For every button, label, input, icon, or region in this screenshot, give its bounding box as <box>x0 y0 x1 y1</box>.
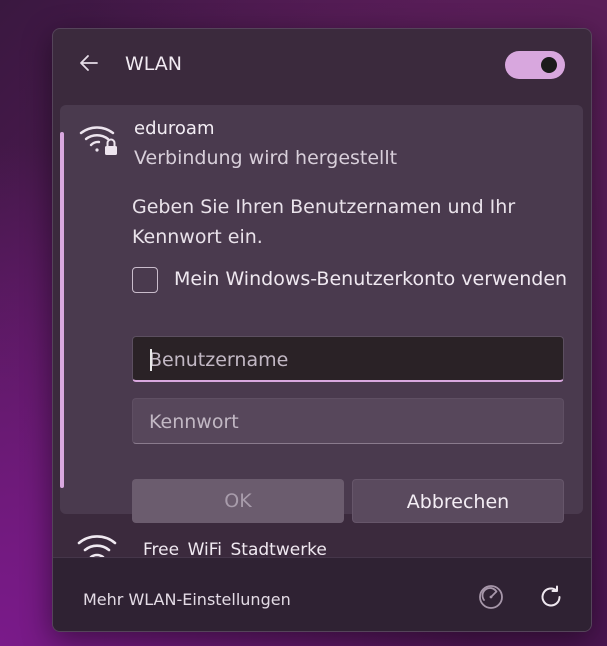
cancel-button[interactable]: Abbrechen <box>352 479 564 523</box>
refresh-icon[interactable] <box>537 583 565 611</box>
toggle-knob <box>541 57 557 73</box>
network-card-eduroam: eduroam Verbindung wird hergestellt Gebe… <box>60 105 583 523</box>
ok-button[interactable]: OK <box>132 479 344 523</box>
network-name: eduroam <box>134 118 215 139</box>
flyout-header: WLAN <box>53 29 591 101</box>
password-input[interactable]: Kennwort <box>132 398 564 444</box>
username-placeholder: Benutzername <box>149 349 289 371</box>
password-placeholder: Kennwort <box>149 411 239 433</box>
use-windows-account-checkbox[interactable] <box>132 267 158 293</box>
page-title: WLAN <box>125 53 183 75</box>
username-input[interactable]: Benutzername <box>132 336 564 382</box>
use-windows-account-label: Mein Windows-Benutzerkonto verwenden <box>174 268 568 290</box>
more-wifi-settings-link[interactable]: Mehr WLAN-Einstellungen <box>83 590 291 609</box>
wifi-secured-icon <box>79 126 117 155</box>
speedometer-icon[interactable] <box>478 584 504 610</box>
flyout-footer: Mehr WLAN-Einstellungen <box>53 557 591 631</box>
network-name: Free_WiFi_Stadtwerke <box>143 540 327 557</box>
wifi-toggle[interactable] <box>505 51 565 79</box>
wifi-flyout: WLAN eduroam Verbindung wird hergestellt… <box>52 28 592 632</box>
connection-status: Verbindung wird hergestellt <box>134 147 398 169</box>
text-caret <box>150 349 152 371</box>
wifi-signal-icon <box>77 535 117 557</box>
network-list-item[interactable]: Free_WiFi_Stadtwerke <box>53 525 591 557</box>
selection-accent-bar <box>60 132 64 488</box>
back-arrow-icon[interactable] <box>77 51 101 75</box>
credentials-prompt: Geben Sie Ihren Benutzernamen und Ihr Ke… <box>132 196 516 248</box>
